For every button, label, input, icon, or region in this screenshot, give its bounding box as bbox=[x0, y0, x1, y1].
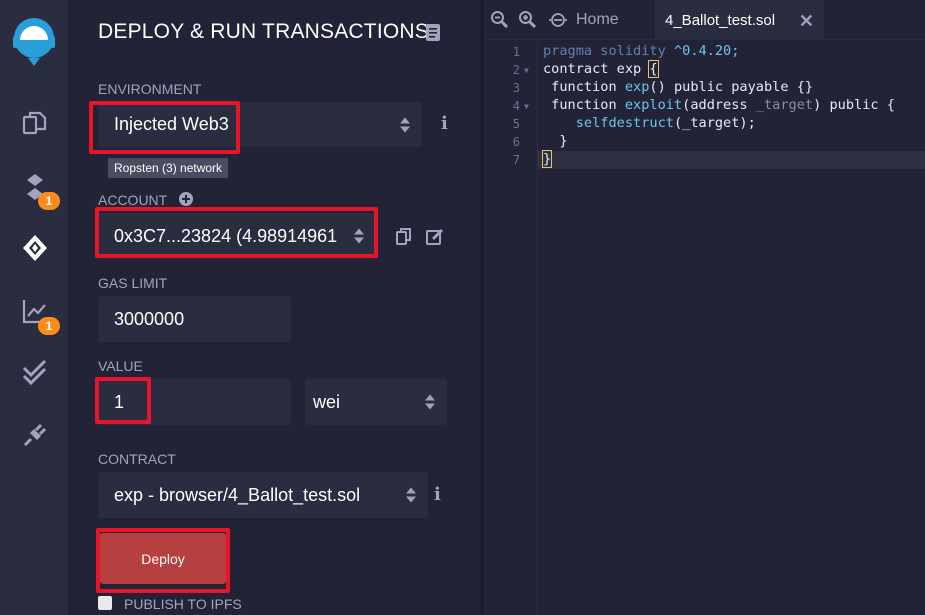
edit-account-icon[interactable] bbox=[426, 228, 444, 250]
compiler-badge: 1 bbox=[38, 192, 60, 210]
documentation-icon[interactable] bbox=[426, 24, 440, 46]
icon-rail: 1 1 bbox=[0, 0, 68, 615]
contract-info-icon[interactable]: i bbox=[434, 484, 441, 505]
value-unit-select[interactable]: wei bbox=[305, 379, 447, 425]
copy-address-icon[interactable] bbox=[396, 228, 411, 250]
code-line-3: function exp() public payable {} bbox=[543, 79, 814, 95]
line-number: 7 bbox=[512, 153, 520, 167]
publish-ipfs-checkbox[interactable] bbox=[98, 596, 112, 610]
line-number: 2 bbox=[512, 63, 520, 77]
select-arrows-icon bbox=[400, 117, 410, 132]
code-line-5: selfdestruct(_target); bbox=[543, 115, 756, 131]
remix-logo-icon[interactable] bbox=[8, 12, 60, 68]
line-number: 4 bbox=[512, 99, 520, 113]
tab-home-label: Home bbox=[576, 11, 619, 28]
code-line-7: } bbox=[541, 150, 553, 168]
close-tab-icon[interactable]: ✕ bbox=[799, 11, 814, 32]
code-line-1: pragma solidity ^0.4.20; bbox=[543, 43, 740, 59]
gas-limit-input[interactable]: 3000000 bbox=[98, 296, 291, 342]
code-line-6: } bbox=[543, 133, 568, 149]
panel-title: DEPLOY & RUN TRANSACTIONS bbox=[98, 20, 429, 43]
code-line-2: contract exp { bbox=[543, 60, 659, 78]
deploy-highlight bbox=[96, 528, 230, 593]
zoom-out-icon[interactable] bbox=[490, 10, 509, 33]
home-remix-icon bbox=[549, 13, 567, 27]
deploy-run-icon[interactable] bbox=[20, 233, 50, 263]
environment-highlight bbox=[89, 101, 240, 154]
plugin-manager-icon[interactable] bbox=[20, 420, 50, 450]
tab-home[interactable]: Home bbox=[548, 0, 619, 40]
gas-limit-value: 3000000 bbox=[114, 308, 185, 329]
line-number: 1 bbox=[512, 45, 520, 59]
account-label: ACCOUNT bbox=[98, 192, 168, 208]
line-number: 6 bbox=[512, 135, 520, 149]
environment-label: ENVIRONMENT bbox=[98, 81, 202, 97]
file-explorer-icon[interactable] bbox=[20, 108, 50, 138]
line-number: 5 bbox=[512, 117, 520, 131]
code-line-4: function exploit(address _target) public… bbox=[543, 97, 895, 113]
contract-value: exp - browser/4_Ballot_test.sol bbox=[114, 484, 361, 505]
select-arrows-icon bbox=[425, 394, 435, 410]
contract-select[interactable]: exp - browser/4_Ballot_test.sol bbox=[98, 472, 428, 518]
deploy-run-panel: DEPLOY & RUN TRANSACTIONS ENVIRONMENT In… bbox=[68, 0, 480, 615]
fold-arrow-icon[interactable]: ▼ bbox=[524, 66, 529, 75]
tab-ballot-test-label: 4_Ballot_test.sol bbox=[665, 11, 776, 29]
publish-ipfs-label: PUBLISH TO IPFS bbox=[124, 596, 242, 612]
zoom-in-icon[interactable] bbox=[518, 10, 537, 33]
code-editor[interactable]: 1 2 ▼ 3 4 ▼ 5 6 7 pragma solidity ^0.4.2… bbox=[484, 42, 925, 615]
value-unit: wei bbox=[313, 391, 341, 412]
line-number: 3 bbox=[512, 81, 520, 95]
editor-tab-bar: Home 4_Ballot_test.sol ✕ bbox=[484, 0, 925, 40]
contract-label: CONTRACT bbox=[98, 451, 176, 467]
value-highlight bbox=[95, 377, 151, 424]
value-label: VALUE bbox=[98, 358, 143, 374]
gas-limit-label: GAS LIMIT bbox=[98, 275, 168, 291]
analysis-badge: 1 bbox=[38, 317, 60, 335]
network-tooltip: Ropsten (3) network bbox=[108, 158, 229, 178]
testing-icon[interactable] bbox=[20, 357, 50, 387]
select-arrows-icon bbox=[406, 487, 416, 503]
tab-ballot-test[interactable]: 4_Ballot_test.sol ✕ bbox=[655, 0, 824, 40]
fold-arrow-icon[interactable]: ▼ bbox=[524, 102, 529, 111]
account-highlight bbox=[95, 207, 378, 258]
environment-info-icon[interactable]: i bbox=[441, 113, 448, 134]
